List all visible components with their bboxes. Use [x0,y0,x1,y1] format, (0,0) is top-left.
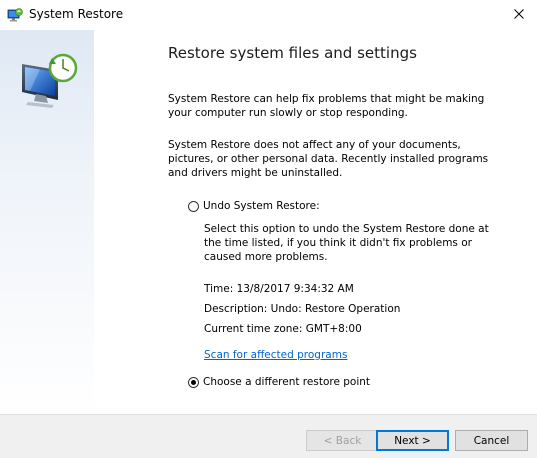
data-notice-paragraph: System Restore does not affect any of yo… [168,139,489,179]
main-content: Restore system files and settings System… [94,30,537,414]
system-restore-icon [7,7,23,23]
current-time-zone: Current time zone: GMT+8:00 [204,323,362,335]
cancel-button[interactable]: Cancel [455,430,528,451]
choose-restore-point-radio[interactable]: Choose a different restore point [188,376,370,388]
system-restore-monitor-icon [16,50,80,110]
intro-paragraph: System Restore can help fix problems tha… [168,93,485,119]
restore-description: Description: Undo: Restore Operation [204,303,401,315]
window-title: System Restore [29,7,124,21]
undo-description: Select this option to undo the System Re… [204,223,489,263]
close-icon [514,8,524,22]
choose-restore-point-label: Choose a different restore point [203,376,371,388]
back-button[interactable]: < Back [306,430,379,451]
system-restore-window: System Restore Restore system files and … [0,0,537,458]
close-button[interactable] [507,3,531,27]
page-title: Restore system files and settings [168,44,417,62]
undo-system-restore-radio[interactable]: Undo System Restore: [188,200,320,212]
undo-system-restore-label: Undo System Restore: [203,200,320,212]
restore-time: Time: 13/8/2017 9:34:32 AM [204,283,354,295]
sidebar-panel [0,30,94,414]
scan-affected-programs-link[interactable]: Scan for affected programs [204,349,347,361]
radio-checked-icon [188,376,199,388]
radio-unchecked-icon [188,200,199,212]
footer-button-bar: < Back Next > Cancel [0,414,537,458]
title-bar: System Restore [0,0,537,30]
next-button[interactable]: Next > [376,430,449,451]
